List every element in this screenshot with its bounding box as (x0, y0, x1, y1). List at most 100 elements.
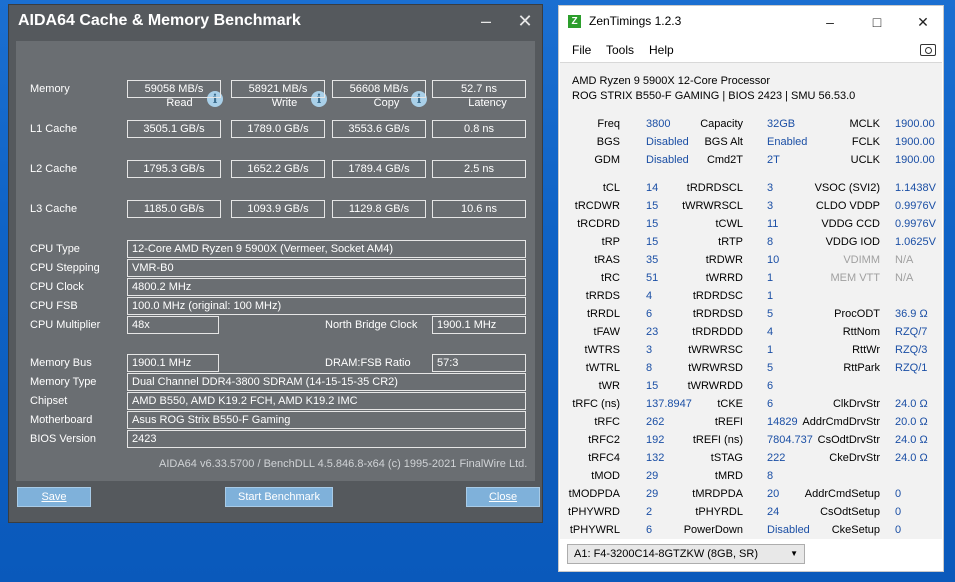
cpu-stepping-label: CPU Stepping (30, 262, 100, 274)
chevron-down-icon: ▼ (790, 549, 798, 558)
timing-label: tRRDL (586, 308, 620, 320)
l3-read: 1185.0 GB/s (127, 200, 221, 218)
save-button[interactable]: Save (17, 487, 91, 507)
timing-label: tSTAG (710, 452, 743, 464)
cpu-type-value: 12-Core AMD Ryzen 9 5900X (Vermeer, Sock… (127, 240, 526, 258)
timing-label: tWRWRSCL (682, 200, 743, 212)
timing-label: tRFC (594, 416, 620, 428)
timing-label: CkeSetup (831, 524, 880, 536)
zentimings-title: ZenTimings 1.2.3 (589, 14, 682, 28)
close-icon[interactable]: ✕ (511, 8, 539, 34)
timing-label: VDIMM (843, 254, 880, 266)
timing-value: RZQ/3 (895, 344, 928, 356)
timing-label: tCKE (717, 398, 743, 410)
timing-label: tRDWR (705, 254, 743, 266)
timing-value: 0.9976V (895, 200, 936, 212)
timing-label: ProcODT (834, 308, 880, 320)
timing-label: tPHYWRL (569, 524, 620, 536)
timing-value: N/A (895, 254, 914, 266)
timing-label: tMRD (714, 470, 743, 482)
aida64-titlebar[interactable]: AIDA64 Cache & Memory Benchmark – ✕ (9, 5, 542, 39)
timing-label: tRTP (718, 236, 743, 248)
memory-type-value: Dual Channel DDR4-3800 SDRAM (14-15-15-3… (127, 373, 526, 391)
timing-label: MEM VTT (830, 272, 881, 284)
menu-file[interactable]: File (572, 43, 591, 57)
l2-read: 1795.3 GB/s (127, 160, 221, 178)
timing-label: VDDG IOD (825, 236, 880, 248)
cpu-clock-value: 4800.2 MHz (127, 278, 526, 296)
memory-write: 58921 MB/s (231, 80, 325, 98)
timing-label: Cmd2T (706, 154, 743, 166)
timing-label: RttWr (852, 344, 880, 356)
l3-label: L3 Cache (30, 203, 78, 215)
timing-label: CLDO VDDP (815, 200, 880, 212)
l1-copy: 3553.6 GB/s (332, 120, 426, 138)
memory-bus-label: Memory Bus (30, 357, 92, 369)
close-icon[interactable]: ✕ (911, 12, 935, 32)
latency-header: Latency (468, 97, 507, 109)
chipset-value: AMD B550, AMD K19.2 FCH, AMD K19.2 IMC (127, 392, 526, 410)
timing-label: tFAW (593, 326, 620, 338)
timing-label: tPHYWRD (568, 506, 620, 518)
timing-label: FCLK (851, 136, 880, 148)
timing-label: tCL (602, 182, 620, 194)
bios-value: 2423 (127, 430, 526, 448)
menu-help[interactable]: Help (649, 43, 674, 57)
cpu-type-label: CPU Type (30, 243, 80, 255)
screenshot-camera-icon[interactable] (920, 44, 936, 56)
timing-label: BGS (596, 136, 620, 148)
timing-label: AddrCmdDrvStr (802, 416, 880, 428)
timing-label: tWRWRSD (688, 362, 743, 374)
motherboard-value: Asus ROG Strix B550-F Gaming (127, 411, 526, 429)
timing-value: 20.0 Ω (895, 416, 928, 428)
maximize-icon[interactable]: □ (865, 12, 889, 32)
menu-tools[interactable]: Tools (606, 43, 634, 57)
memory-bus-value: 1900.1 MHz (127, 354, 219, 372)
timing-value: RZQ/1 (895, 362, 928, 374)
timing-label: Capacity (700, 118, 743, 130)
memory-type-label: Memory Type (30, 376, 97, 388)
timing-label: tREFI (ns) (692, 434, 743, 446)
timing-value: N/A (895, 272, 914, 284)
timing-value: 0.9976V (895, 218, 936, 230)
timing-label: tREFI (714, 416, 743, 428)
l1-write: 1789.0 GB/s (231, 120, 325, 138)
timing-label: CsOdtSetup (820, 506, 880, 518)
timing-label: tRCDRD (577, 218, 620, 230)
timing-label: tMRDPDA (692, 488, 743, 500)
timing-label: tRRDS (585, 290, 620, 302)
timing-label: tRFC (ns) (572, 398, 620, 410)
timing-label: tRDRDSCL (686, 182, 743, 194)
timing-label: tMODPDA (568, 488, 620, 500)
minimize-icon[interactable]: – (818, 12, 842, 32)
memory-label: Memory (30, 83, 70, 95)
timing-value: 24.0 Ω (895, 434, 928, 446)
timing-value: 0 (895, 524, 902, 536)
timing-label: BGS Alt (704, 136, 743, 148)
timing-label: CsOdtDrvStr (817, 434, 880, 446)
motherboard-label: Motherboard (30, 414, 93, 426)
timing-value: 24.0 Ω (895, 452, 928, 464)
timing-label: VDDG CCD (821, 218, 880, 230)
timing-label: tWTRL (585, 362, 620, 374)
minimize-icon[interactable]: – (472, 8, 500, 34)
start-benchmark-button[interactable]: Start Benchmark (225, 487, 333, 507)
timing-label: AddrCmdSetup (804, 488, 880, 500)
timing-value: 1900.00 (895, 118, 935, 130)
timing-label: Freq (597, 118, 620, 130)
l2-copy: 1789.4 GB/s (332, 160, 426, 178)
timing-value: 1900.00 (895, 154, 935, 166)
cpu-clock-label: CPU Clock (30, 281, 84, 293)
timing-value: 6 (767, 380, 774, 392)
timing-label: tRFC4 (588, 452, 620, 464)
timing-value: 1900.00 (895, 136, 935, 148)
dram-ratio-label: DRAM:FSB Ratio (325, 357, 411, 369)
cpu-fsb-label: CPU FSB (30, 300, 78, 312)
memory-module-select[interactable]: A1: F4-3200C14-8GTZKW (8GB, SR) ▼ (567, 544, 805, 564)
timing-label: tWRWRDD (687, 380, 743, 392)
timing-label: tRDRDDD (692, 326, 743, 338)
timing-label: ClkDrvStr (832, 398, 880, 410)
cpu-fsb-value: 100.0 MHz (original: 100 MHz) (127, 297, 526, 315)
timing-label: tRC (601, 272, 620, 284)
timing-value: 24.0 Ω (895, 398, 928, 410)
